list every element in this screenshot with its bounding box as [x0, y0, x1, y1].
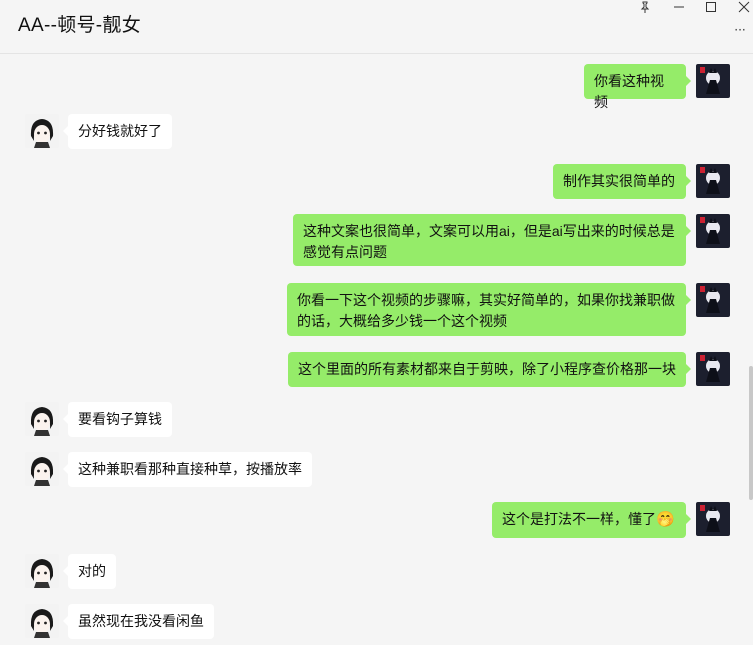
message-bubble-incoming[interactable]: 虽然现在我没看闲鱼	[63, 604, 214, 639]
message-bubble-incoming[interactable]: 对的	[63, 554, 116, 589]
face-with-hand-over-mouth-emoji: 🤭	[656, 510, 675, 528]
message-text: 分好钱就好了	[78, 123, 162, 139]
message-text: 这个里面的所有素材都来自于剪映，除了小程序查价格那一块	[298, 361, 676, 377]
message-text: 对的	[78, 563, 106, 579]
message-text: 制作其实很简单的	[563, 173, 675, 189]
message-text: 这种文案也很简单，文案可以用ai，但是ai写出来的时候总是感觉有点问题	[303, 223, 675, 260]
message-text: 要看钩子算钱	[78, 411, 162, 427]
message-bubble-incoming[interactable]: 要看钩子算钱	[63, 402, 172, 437]
message-bubble-outgoing[interactable]: 这个是打法不一样，懂了🤭	[492, 502, 691, 538]
my-avatar[interactable]	[696, 283, 730, 317]
pin-icon[interactable]	[632, 0, 658, 14]
my-avatar[interactable]	[696, 164, 730, 198]
contact-avatar[interactable]	[25, 114, 59, 148]
message-bubble-incoming[interactable]: 这种兼职看那种直接种草，按播放率	[63, 452, 312, 487]
contact-avatar[interactable]	[25, 604, 59, 638]
close-icon[interactable]	[731, 0, 753, 14]
message-text: 这个是打法不一样，懂了	[502, 511, 656, 527]
contact-avatar[interactable]	[25, 402, 59, 436]
contact-avatar[interactable]	[25, 554, 59, 588]
my-avatar[interactable]	[696, 64, 730, 98]
my-avatar[interactable]	[696, 214, 730, 248]
message-bubble-outgoing[interactable]: 你看这种视频	[584, 64, 691, 110]
my-avatar[interactable]	[696, 502, 730, 536]
message-text: 这种兼职看那种直接种草，按播放率	[78, 461, 302, 477]
contact-avatar[interactable]	[25, 452, 59, 486]
message-bubble-outgoing[interactable]: 你看一下这个视频的步骤嘛，其实好简单的，如果你找兼职做的话，大概给多少钱一个这个…	[287, 283, 691, 336]
message-bubble-outgoing[interactable]: 这种文案也很简单，文案可以用ai，但是ai写出来的时候总是感觉有点问题	[293, 214, 691, 266]
more-options-icon[interactable]: ···	[731, 22, 749, 38]
chat-title: AA--顿号-靓女	[18, 15, 142, 36]
message-text: 你看这种视频	[594, 73, 664, 110]
chat-scrollbar[interactable]	[749, 366, 753, 500]
my-avatar[interactable]	[696, 352, 730, 386]
message-text: 你看一下这个视频的步骤嘛，其实好简单的，如果你找兼职做的话，大概给多少钱一个这个…	[297, 292, 675, 329]
message-bubble-incoming[interactable]: 分好钱就好了	[63, 114, 172, 149]
minimize-icon[interactable]	[666, 0, 692, 14]
maximize-icon[interactable]	[698, 0, 724, 14]
title-bar: AA--顿号-靓女 ···	[0, 0, 753, 54]
message-bubble-outgoing[interactable]: 这个里面的所有素材都来自于剪映，除了小程序查价格那一块	[288, 352, 691, 387]
message-text: 虽然现在我没看闲鱼	[78, 613, 204, 629]
chat-message-list[interactable]: 你看这种视频 分好钱就好了 制作其实很简单的 这种文案也很简单，文案可以用ai，…	[0, 54, 748, 645]
message-bubble-outgoing[interactable]: 制作其实很简单的	[553, 164, 691, 199]
